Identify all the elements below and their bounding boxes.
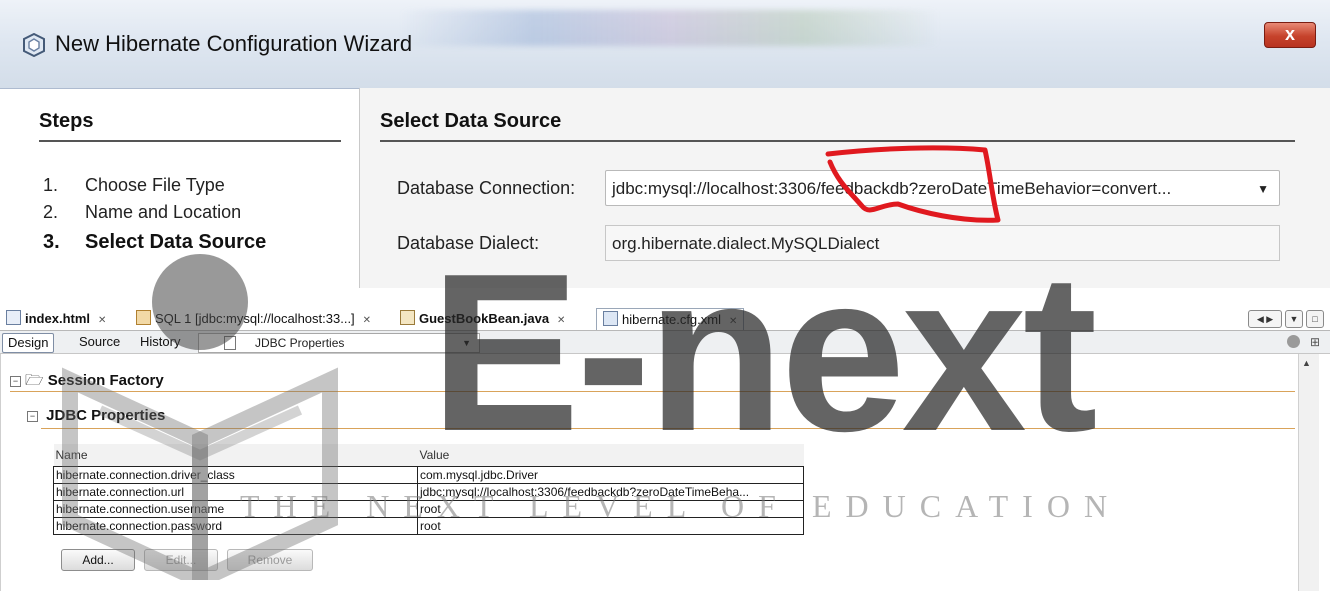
document-icon (224, 336, 236, 350)
step-number: 3. (43, 231, 60, 253)
title-bar-glass (400, 10, 940, 46)
status-indicator-icon (1286, 335, 1300, 348)
property-value[interactable]: com.mysql.jdbc.Driver (417, 466, 804, 484)
ide-editor: index.html ✕ SQL 1 [jdbc:mysql://localhos… (0, 306, 1330, 591)
tab-navigation: ◀ ▶ ▼ □ (1245, 309, 1324, 328)
tab-label: GuestBookBean.java (419, 311, 550, 326)
hibernate-icon (23, 33, 45, 57)
steps-divider (39, 140, 341, 142)
section-navigator-select[interactable]: JDBC Properties ▼ (198, 333, 480, 353)
property-name[interactable]: hibernate.connection.driver_class (53, 466, 418, 484)
column-header-name[interactable]: Name (53, 444, 418, 467)
section-divider (41, 428, 1295, 429)
close-tab-icon[interactable]: ✕ (363, 315, 371, 326)
step-number: 1. (43, 175, 59, 195)
collapse-toggle-icon[interactable]: − (27, 411, 38, 422)
section-title: Session Factory (47, 372, 164, 389)
panel-heading: Select Data Source (380, 110, 562, 132)
html-file-icon (6, 310, 21, 325)
tab-label: SQL 1 [jdbc:mysql://localhost:33...] (155, 311, 355, 326)
step-label: Choose File Type (85, 175, 225, 195)
table-row[interactable]: hibernate.connection.username root (53, 500, 804, 518)
tab-index-html[interactable]: index.html ✕ (6, 308, 106, 329)
jdbc-properties-section[interactable]: − JDBC Properties (27, 407, 165, 424)
toolbar-right-actions: ⊞ (1286, 335, 1320, 349)
table-row[interactable]: hibernate.connection.driver_class com.my… (53, 466, 804, 484)
wizard-pane-divider (359, 88, 360, 288)
table-row[interactable]: hibernate.connection.password root (53, 517, 804, 535)
db-dialect-label: Database Dialect: (397, 233, 540, 253)
collapse-toggle-icon[interactable]: − (10, 376, 21, 387)
hibernate-wizard-window: New Hibernate Configuration Wizard x Ste… (0, 0, 1330, 288)
editor-tab-bar: index.html ✕ SQL 1 [jdbc:mysql://localhos… (0, 306, 1330, 331)
dropdown-arrow-icon[interactable]: ▼ (1257, 171, 1269, 205)
tab-sql-1[interactable]: SQL 1 [jdbc:mysql://localhost:33...] ✕ (136, 308, 371, 329)
property-name[interactable]: hibernate.connection.url (53, 483, 418, 501)
steps-heading: Steps (39, 110, 94, 132)
tab-label: index.html (25, 311, 91, 326)
scroll-up-icon[interactable]: ▲ (1302, 358, 1311, 368)
split-view-icon[interactable]: ⊞ (1310, 335, 1320, 349)
wizard-title-bar: New Hibernate Configuration Wizard x (0, 0, 1330, 89)
close-button[interactable]: x (1264, 22, 1316, 48)
column-header-value[interactable]: Value (417, 444, 804, 467)
property-value[interactable]: root (417, 517, 804, 535)
tab-label: hibernate.cfg.xml (622, 312, 721, 327)
history-view-button[interactable]: History (140, 333, 180, 351)
design-view-content: − 🗁 Session Factory − JDBC Properties Nam… (0, 354, 1299, 591)
property-value[interactable]: jdbc:mysql://localhost:3306/feedbackdb?z… (417, 483, 804, 501)
editor-view-toolbar: Design Source History JDBC Properties ▼ … (0, 331, 1330, 354)
db-connection-label: Database Connection: (397, 178, 576, 198)
maximize-icon[interactable]: □ (1306, 310, 1324, 328)
close-tab-icon[interactable]: ✕ (729, 316, 737, 327)
red-highlight-annotation (825, 145, 1001, 223)
section-divider (10, 391, 1295, 392)
source-view-button[interactable]: Source (79, 333, 120, 351)
sql-file-icon (136, 310, 151, 325)
table-row[interactable]: hibernate.connection.url jdbc:mysql://lo… (53, 483, 804, 501)
section-title: JDBC Properties (46, 407, 166, 424)
property-name[interactable]: hibernate.connection.username (53, 500, 418, 518)
section-navigator-value: JDBC Properties (255, 336, 345, 350)
xml-file-icon (603, 311, 618, 326)
vertical-scrollbar[interactable]: ▲ (1298, 354, 1319, 591)
dropdown-arrow-icon[interactable]: ▼ (462, 334, 471, 352)
jdbc-properties-table: Name Value hibernate.connection.driver_c… (53, 444, 804, 535)
step-label: Select Data Source (85, 231, 267, 253)
table-header-row: Name Value (53, 444, 804, 467)
folder-icon: 🗁 (25, 372, 44, 389)
tab-hibernate-cfg-xml[interactable]: hibernate.cfg.xml ✕ (596, 308, 745, 330)
remove-property-button[interactable]: Remove (227, 549, 313, 571)
step-label: Name and Location (85, 202, 242, 222)
show-opened-documents-icon[interactable]: ▼ (1285, 310, 1303, 328)
property-name[interactable]: hibernate.connection.password (53, 517, 418, 535)
java-file-icon (400, 310, 415, 325)
wizard-title: New Hibernate Configuration Wizard (55, 31, 413, 56)
edit-property-button[interactable]: Edit... (144, 549, 218, 571)
tab-guestbookbean-java[interactable]: GuestBookBean.java ✕ (400, 308, 565, 329)
step-number: 2. (43, 202, 59, 222)
close-tab-icon[interactable]: ✕ (98, 315, 106, 326)
scroll-tabs-icon[interactable]: ◀ ▶ (1248, 310, 1282, 328)
property-value[interactable]: root (417, 500, 804, 518)
add-property-button[interactable]: Add... (61, 549, 135, 571)
close-tab-icon[interactable]: ✕ (557, 315, 565, 326)
design-view-button[interactable]: Design (2, 333, 55, 353)
